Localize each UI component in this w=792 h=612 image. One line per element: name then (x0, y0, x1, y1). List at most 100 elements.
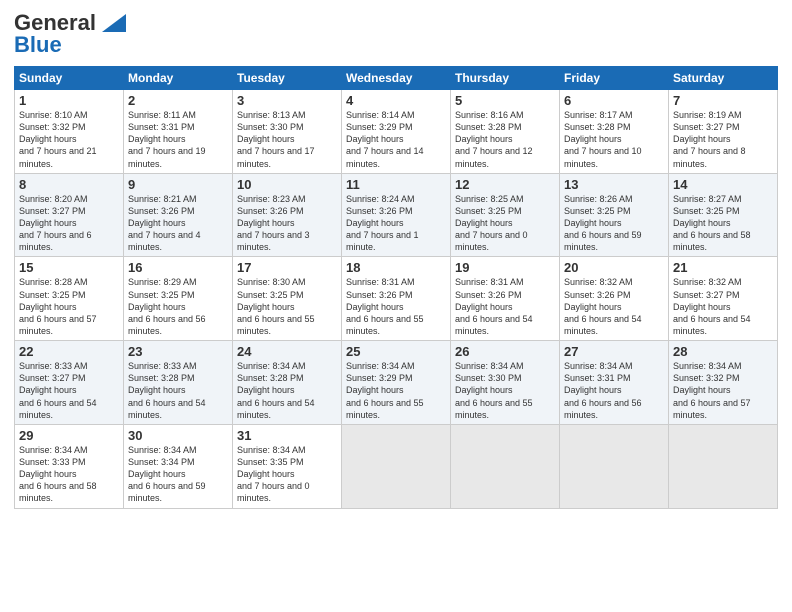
day-info: Sunrise: 8:34 AMSunset: 3:28 PMDaylight … (237, 360, 337, 421)
day-number: 13 (564, 177, 664, 192)
calendar-cell: 24Sunrise: 8:34 AMSunset: 3:28 PMDayligh… (233, 341, 342, 425)
day-number: 12 (455, 177, 555, 192)
calendar-cell: 30Sunrise: 8:34 AMSunset: 3:34 PMDayligh… (124, 424, 233, 508)
calendar-cell: 26Sunrise: 8:34 AMSunset: 3:30 PMDayligh… (451, 341, 560, 425)
day-info: Sunrise: 8:25 AMSunset: 3:25 PMDaylight … (455, 193, 555, 254)
day-number: 14 (673, 177, 773, 192)
day-info: Sunrise: 8:10 AMSunset: 3:32 PMDaylight … (19, 109, 119, 170)
calendar-cell: 27Sunrise: 8:34 AMSunset: 3:31 PMDayligh… (560, 341, 669, 425)
day-number: 7 (673, 93, 773, 108)
day-number: 26 (455, 344, 555, 359)
weekday-header-wednesday: Wednesday (342, 67, 451, 90)
calendar-week-2: 8Sunrise: 8:20 AMSunset: 3:27 PMDaylight… (15, 173, 778, 257)
weekday-header-monday: Monday (124, 67, 233, 90)
calendar-cell: 5Sunrise: 8:16 AMSunset: 3:28 PMDaylight… (451, 90, 560, 174)
calendar-cell: 1Sunrise: 8:10 AMSunset: 3:32 PMDaylight… (15, 90, 124, 174)
day-info: Sunrise: 8:29 AMSunset: 3:25 PMDaylight … (128, 276, 228, 337)
day-number: 24 (237, 344, 337, 359)
day-info: Sunrise: 8:31 AMSunset: 3:26 PMDaylight … (346, 276, 446, 337)
day-number: 5 (455, 93, 555, 108)
day-info: Sunrise: 8:17 AMSunset: 3:28 PMDaylight … (564, 109, 664, 170)
calendar-cell: 2Sunrise: 8:11 AMSunset: 3:31 PMDaylight… (124, 90, 233, 174)
day-info: Sunrise: 8:34 AMSunset: 3:33 PMDaylight … (19, 444, 119, 505)
day-info: Sunrise: 8:13 AMSunset: 3:30 PMDaylight … (237, 109, 337, 170)
day-info: Sunrise: 8:24 AMSunset: 3:26 PMDaylight … (346, 193, 446, 254)
day-number: 31 (237, 428, 337, 443)
day-number: 8 (19, 177, 119, 192)
day-number: 25 (346, 344, 446, 359)
calendar-week-4: 22Sunrise: 8:33 AMSunset: 3:27 PMDayligh… (15, 341, 778, 425)
logo-blue: Blue (14, 32, 62, 58)
day-number: 22 (19, 344, 119, 359)
day-number: 19 (455, 260, 555, 275)
logo: General Blue (14, 10, 130, 58)
day-info: Sunrise: 8:34 AMSunset: 3:35 PMDaylight … (237, 444, 337, 505)
day-number: 20 (564, 260, 664, 275)
calendar-cell: 29Sunrise: 8:34 AMSunset: 3:33 PMDayligh… (15, 424, 124, 508)
calendar-table: SundayMondayTuesdayWednesdayThursdayFrid… (14, 66, 778, 509)
day-info: Sunrise: 8:20 AMSunset: 3:27 PMDaylight … (19, 193, 119, 254)
calendar-cell: 3Sunrise: 8:13 AMSunset: 3:30 PMDaylight… (233, 90, 342, 174)
day-number: 3 (237, 93, 337, 108)
day-info: Sunrise: 8:23 AMSunset: 3:26 PMDaylight … (237, 193, 337, 254)
weekday-header-saturday: Saturday (669, 67, 778, 90)
day-number: 9 (128, 177, 228, 192)
day-info: Sunrise: 8:27 AMSunset: 3:25 PMDaylight … (673, 193, 773, 254)
day-info: Sunrise: 8:32 AMSunset: 3:27 PMDaylight … (673, 276, 773, 337)
day-info: Sunrise: 8:31 AMSunset: 3:26 PMDaylight … (455, 276, 555, 337)
calendar-cell: 21Sunrise: 8:32 AMSunset: 3:27 PMDayligh… (669, 257, 778, 341)
day-info: Sunrise: 8:30 AMSunset: 3:25 PMDaylight … (237, 276, 337, 337)
calendar-cell: 15Sunrise: 8:28 AMSunset: 3:25 PMDayligh… (15, 257, 124, 341)
calendar-cell: 13Sunrise: 8:26 AMSunset: 3:25 PMDayligh… (560, 173, 669, 257)
day-info: Sunrise: 8:11 AMSunset: 3:31 PMDaylight … (128, 109, 228, 170)
calendar-cell (669, 424, 778, 508)
calendar-cell: 16Sunrise: 8:29 AMSunset: 3:25 PMDayligh… (124, 257, 233, 341)
logo-icon (98, 12, 130, 34)
weekday-header-thursday: Thursday (451, 67, 560, 90)
header: General Blue (14, 10, 778, 58)
calendar-week-5: 29Sunrise: 8:34 AMSunset: 3:33 PMDayligh… (15, 424, 778, 508)
page: General Blue SundayMondayTuesdayWednesda… (0, 0, 792, 612)
day-info: Sunrise: 8:34 AMSunset: 3:30 PMDaylight … (455, 360, 555, 421)
calendar-cell (451, 424, 560, 508)
day-number: 28 (673, 344, 773, 359)
day-info: Sunrise: 8:34 AMSunset: 3:34 PMDaylight … (128, 444, 228, 505)
weekday-header-tuesday: Tuesday (233, 67, 342, 90)
day-number: 10 (237, 177, 337, 192)
day-info: Sunrise: 8:33 AMSunset: 3:27 PMDaylight … (19, 360, 119, 421)
day-number: 27 (564, 344, 664, 359)
calendar-cell: 14Sunrise: 8:27 AMSunset: 3:25 PMDayligh… (669, 173, 778, 257)
calendar-cell: 8Sunrise: 8:20 AMSunset: 3:27 PMDaylight… (15, 173, 124, 257)
day-number: 2 (128, 93, 228, 108)
day-number: 30 (128, 428, 228, 443)
day-info: Sunrise: 8:32 AMSunset: 3:26 PMDaylight … (564, 276, 664, 337)
day-number: 23 (128, 344, 228, 359)
calendar-cell: 25Sunrise: 8:34 AMSunset: 3:29 PMDayligh… (342, 341, 451, 425)
day-number: 21 (673, 260, 773, 275)
day-info: Sunrise: 8:14 AMSunset: 3:29 PMDaylight … (346, 109, 446, 170)
day-number: 18 (346, 260, 446, 275)
calendar-cell: 6Sunrise: 8:17 AMSunset: 3:28 PMDaylight… (560, 90, 669, 174)
day-info: Sunrise: 8:34 AMSunset: 3:32 PMDaylight … (673, 360, 773, 421)
calendar-cell: 28Sunrise: 8:34 AMSunset: 3:32 PMDayligh… (669, 341, 778, 425)
day-info: Sunrise: 8:34 AMSunset: 3:29 PMDaylight … (346, 360, 446, 421)
day-info: Sunrise: 8:26 AMSunset: 3:25 PMDaylight … (564, 193, 664, 254)
calendar-cell (560, 424, 669, 508)
day-number: 17 (237, 260, 337, 275)
calendar-cell: 17Sunrise: 8:30 AMSunset: 3:25 PMDayligh… (233, 257, 342, 341)
calendar-cell: 10Sunrise: 8:23 AMSunset: 3:26 PMDayligh… (233, 173, 342, 257)
weekday-header-row: SundayMondayTuesdayWednesdayThursdayFrid… (15, 67, 778, 90)
calendar-week-3: 15Sunrise: 8:28 AMSunset: 3:25 PMDayligh… (15, 257, 778, 341)
calendar-cell: 11Sunrise: 8:24 AMSunset: 3:26 PMDayligh… (342, 173, 451, 257)
day-number: 11 (346, 177, 446, 192)
day-number: 4 (346, 93, 446, 108)
day-number: 29 (19, 428, 119, 443)
calendar-week-1: 1Sunrise: 8:10 AMSunset: 3:32 PMDaylight… (15, 90, 778, 174)
day-number: 6 (564, 93, 664, 108)
calendar-cell (342, 424, 451, 508)
calendar-cell: 7Sunrise: 8:19 AMSunset: 3:27 PMDaylight… (669, 90, 778, 174)
calendar-cell: 12Sunrise: 8:25 AMSunset: 3:25 PMDayligh… (451, 173, 560, 257)
calendar-cell: 19Sunrise: 8:31 AMSunset: 3:26 PMDayligh… (451, 257, 560, 341)
weekday-header-friday: Friday (560, 67, 669, 90)
day-number: 1 (19, 93, 119, 108)
